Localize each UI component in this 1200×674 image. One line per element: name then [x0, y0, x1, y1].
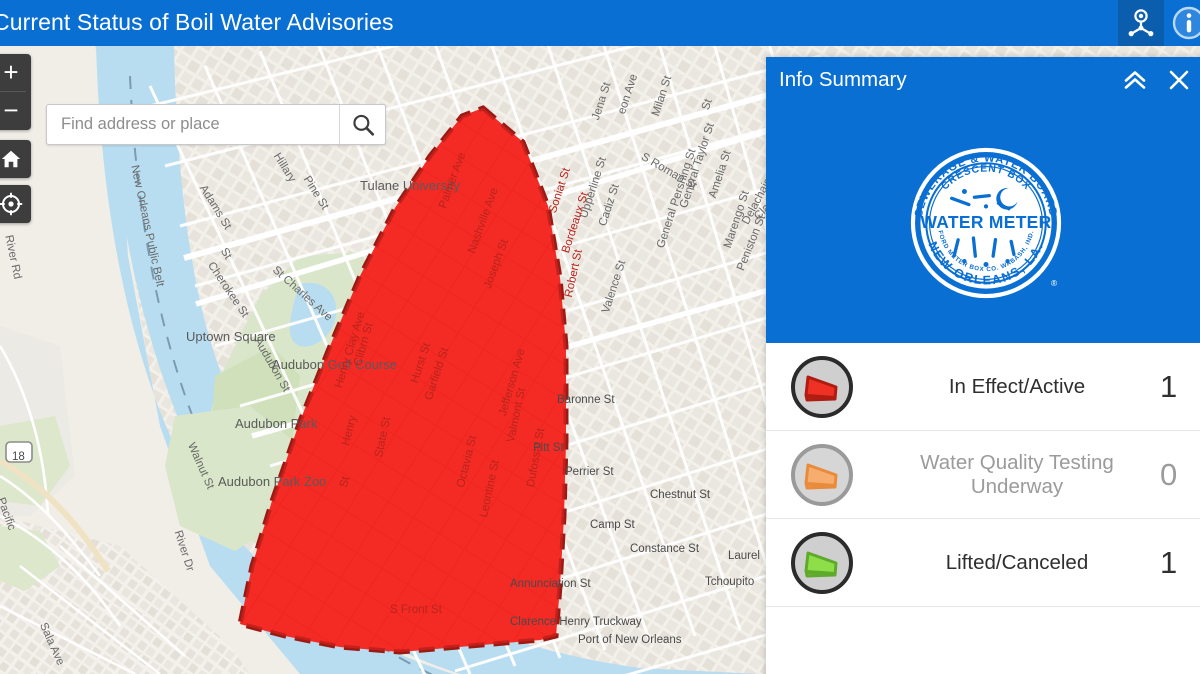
water-board-logo: SEWERAGE & WATER BOARD CRESCENT BOX WATE…	[903, 140, 1069, 306]
row-count: 0	[1160, 456, 1178, 492]
map-application: New Orleans Public Belt Adams St Hillary Pi…	[0, 0, 1200, 674]
search-widget[interactable]	[46, 104, 386, 145]
locate-button[interactable]	[0, 185, 31, 223]
page-title: Current Status of Boil Water Advisories	[0, 9, 394, 35]
row-icon-wrapper	[766, 355, 878, 418]
search-magnifier-icon	[352, 114, 374, 136]
share-button[interactable]	[1118, 0, 1164, 46]
locate-compass-icon	[0, 192, 23, 216]
share-node-icon	[1128, 9, 1154, 37]
row-label: In Effect/Active	[948, 374, 1086, 398]
summary-row-in-effect-active[interactable]: In Effect/Active 1	[766, 343, 1200, 431]
logo-band: SEWERAGE & WATER BOARD CRESCENT BOX WATE…	[766, 103, 1200, 343]
home-icon	[1, 150, 21, 168]
summary-row-lifted-canceled[interactable]: Lifted/Canceled 1	[766, 519, 1200, 607]
home-button[interactable]	[0, 140, 31, 178]
search-input[interactable]	[47, 105, 339, 144]
double-chevron-up-icon	[1124, 71, 1146, 89]
info-summary-list: In Effect/Active 1 Water Quality Testing U…	[766, 343, 1200, 607]
status-symbol-in-effect-active	[791, 355, 853, 418]
zoom-controls[interactable]: + −	[0, 54, 31, 130]
sewerage-water-board-seal-icon: SEWERAGE & WATER BOARD CRESCENT BOX WATE…	[909, 146, 1063, 300]
svg-text:®: ®	[1051, 278, 1057, 288]
info-panel-header: Info Summary	[766, 57, 1200, 103]
info-button[interactable]	[1166, 0, 1200, 46]
row-count: 1	[1160, 368, 1178, 404]
panel-collapse-button[interactable]	[1116, 57, 1154, 103]
info-panel-title: Info Summary	[779, 68, 907, 91]
zoom-out-button[interactable]: −	[0, 92, 31, 130]
polygon-swatch-icon	[804, 375, 838, 401]
row-label: Water Quality Testing Underway	[920, 450, 1114, 498]
info-summary-panel: Info Summary SEWERAGE & WATER BOARD CRES…	[766, 57, 1200, 674]
polygon-swatch-icon	[804, 551, 838, 577]
panel-close-button[interactable]	[1160, 57, 1198, 103]
row-icon-wrapper	[766, 443, 878, 506]
row-label: Lifted/Canceled	[945, 550, 1089, 574]
status-symbol-water-quality-testing-underway	[791, 443, 853, 506]
info-circle-icon	[1172, 6, 1200, 40]
status-symbol-lifted-canceled	[791, 531, 853, 594]
app-header: Current Status of Boil Water Advisories	[0, 0, 1200, 46]
svg-text:WATER METER: WATER METER	[920, 212, 1051, 232]
polygon-swatch-icon	[804, 463, 838, 489]
summary-row-water-quality-testing-underway[interactable]: Water Quality Testing Underway 0	[766, 431, 1200, 519]
zoom-in-button[interactable]: +	[0, 54, 31, 92]
search-button[interactable]	[339, 105, 385, 144]
row-count: 1	[1160, 544, 1178, 580]
row-icon-wrapper	[766, 531, 878, 594]
close-x-icon	[1169, 70, 1189, 90]
